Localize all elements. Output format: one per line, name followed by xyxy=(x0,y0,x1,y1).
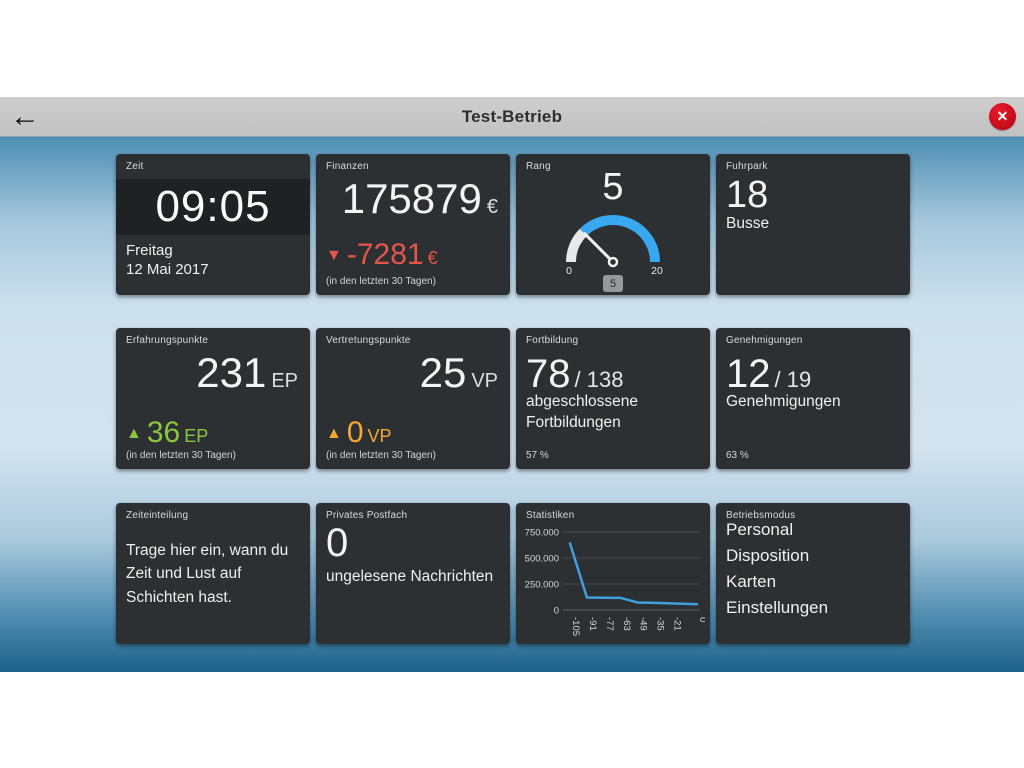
tile-zeiteinteilung[interactable]: Zeiteinteilung Trage hier ein, wann du Z… xyxy=(116,503,310,644)
currency-unit: € xyxy=(487,196,498,218)
training-percent: 57 % xyxy=(526,450,549,461)
weekday-label: Freitag xyxy=(126,242,173,259)
svg-text:-63: -63 xyxy=(621,617,632,631)
svg-text:250.000: 250.000 xyxy=(525,580,559,591)
bus-count-label: Busse xyxy=(726,214,898,235)
tile-title: Zeit xyxy=(126,161,143,172)
training-label: abgeschlossene Fortbildungen xyxy=(526,392,698,434)
bus-count: 18 xyxy=(726,176,768,214)
unread-label: ungelesene Nachrichten xyxy=(326,567,498,588)
tile-erfahrungspunkte[interactable]: Erfahrungspunkte 231EP ▲36EP (in den let… xyxy=(116,328,310,469)
date-label: 12 Mai 2017 xyxy=(126,261,209,278)
currency-unit: € xyxy=(428,248,438,268)
period-note: (in den letzten 30 Tagen) xyxy=(326,450,436,461)
menu-item-disposition[interactable]: Disposition xyxy=(726,543,828,569)
svg-text:0: 0 xyxy=(566,265,572,276)
tile-title: Fortbildung xyxy=(526,335,578,346)
svg-text:0: 0 xyxy=(697,617,705,622)
vp-unit: VP xyxy=(368,426,392,446)
triangle-up-icon: ▲ xyxy=(126,425,142,442)
xp-unit: EP xyxy=(184,426,208,446)
tile-title: Privates Postfach xyxy=(326,510,407,521)
permit-progress: 12/ 19 xyxy=(726,354,811,394)
permit-percent: 63 % xyxy=(726,450,749,461)
training-progress: 78/ 138 xyxy=(526,354,623,394)
tile-title: Fuhrpark xyxy=(726,161,768,172)
unread-count: 0 xyxy=(326,523,348,563)
permit-label: Genehmigungen xyxy=(726,392,898,413)
training-total: / 138 xyxy=(575,367,624,392)
close-icon: ✕ xyxy=(997,108,1009,125)
tile-title: Statistiken xyxy=(526,510,574,521)
xp-value: 231EP xyxy=(196,352,298,394)
triangle-down-icon: ▼ xyxy=(326,247,342,264)
tile-title: Genehmigungen xyxy=(726,335,803,346)
svg-text:-77: -77 xyxy=(604,617,615,631)
tile-title: Zeiteinteilung xyxy=(126,510,188,521)
period-note: (in den letzten 30 Tagen) xyxy=(326,276,436,287)
svg-text:20: 20 xyxy=(651,265,663,276)
close-button[interactable]: ✕ xyxy=(989,103,1016,130)
menu-item-karten[interactable]: Karten xyxy=(726,569,828,595)
tile-finanzen[interactable]: Finanzen 175879€ ▼-7281€ (in den letzten… xyxy=(316,154,510,295)
tile-postfach[interactable]: Privates Postfach 0 ungelesene Nachricht… xyxy=(316,503,510,644)
svg-text:750.000: 750.000 xyxy=(525,528,559,539)
balance-value: 175879€ xyxy=(342,178,498,220)
tile-vertretungspunkte[interactable]: Vertretungspunkte 25VP ▲0VP (in den letz… xyxy=(316,328,510,469)
tile-title: Erfahrungspunkte xyxy=(126,335,208,346)
triangle-up-icon: ▲ xyxy=(326,425,342,442)
balance-delta: ▼-7281€ xyxy=(326,240,438,270)
mode-menu: Personal Disposition Karten Einstellunge… xyxy=(726,517,828,621)
svg-text:-21: -21 xyxy=(672,617,683,631)
period-note: (in den letzten 30 Tagen) xyxy=(126,450,236,461)
tile-rang[interactable]: Rang 5 020 5 xyxy=(516,154,710,295)
dashboard-background: Zeit 09:05 Freitag 12 Mai 2017 Finanzen … xyxy=(0,137,1024,672)
rank-gauge-svg: 0 20 xyxy=(543,210,683,276)
tile-zeit[interactable]: Zeit 09:05 Freitag 12 Mai 2017 xyxy=(116,154,310,295)
vp-value: 25VP xyxy=(420,352,498,394)
menu-item-personal[interactable]: Personal xyxy=(726,517,828,543)
permit-total: / 19 xyxy=(775,367,812,392)
svg-text:-49: -49 xyxy=(638,617,649,631)
app-window: ← Test-Betrieb ✕ Zeit 09:05 Freitag 12 M… xyxy=(0,0,1024,768)
svg-text:500.000: 500.000 xyxy=(525,554,559,565)
rank-value: 5 xyxy=(516,168,710,206)
rank-badge: 5 xyxy=(603,275,623,292)
tile-betriebsmodus[interactable]: Betriebsmodus Personal Disposition Karte… xyxy=(716,503,910,644)
vp-delta: ▲0VP xyxy=(326,418,392,448)
title-bar: ← Test-Betrieb ✕ xyxy=(0,97,1024,137)
vp-unit: VP xyxy=(471,370,498,392)
statistics-chart-svg: 0 250.000 500.000 750.000 -105 -91 -77 -63 -49 -3… xyxy=(521,523,705,643)
xp-delta: ▲36EP xyxy=(126,418,208,448)
svg-text:-35: -35 xyxy=(655,617,666,631)
svg-text:0: 0 xyxy=(554,606,559,617)
tile-fortbildung[interactable]: Fortbildung 78/ 138 abgeschlossene Fortb… xyxy=(516,328,710,469)
menu-item-einstellungen[interactable]: Einstellungen xyxy=(726,595,828,621)
schedule-hint-text: Trage hier ein, wann du Zeit und Lust au… xyxy=(126,539,298,609)
tile-genehmigungen[interactable]: Genehmigungen 12/ 19 Genehmigungen 63 % xyxy=(716,328,910,469)
svg-text:-105: -105 xyxy=(570,617,581,636)
clock-display: 09:05 xyxy=(116,179,310,235)
tile-title: Finanzen xyxy=(326,161,369,172)
tile-fuhrpark[interactable]: Fuhrpark 18 Busse xyxy=(716,154,910,295)
tile-title: Vertretungspunkte xyxy=(326,335,411,346)
tile-statistiken[interactable]: Statistiken 0 250.000 500.000 750.000 -105 -9… xyxy=(516,503,710,644)
svg-text:-91: -91 xyxy=(587,617,598,631)
page-title: Test-Betrieb xyxy=(0,97,1024,137)
xp-unit: EP xyxy=(271,370,298,392)
